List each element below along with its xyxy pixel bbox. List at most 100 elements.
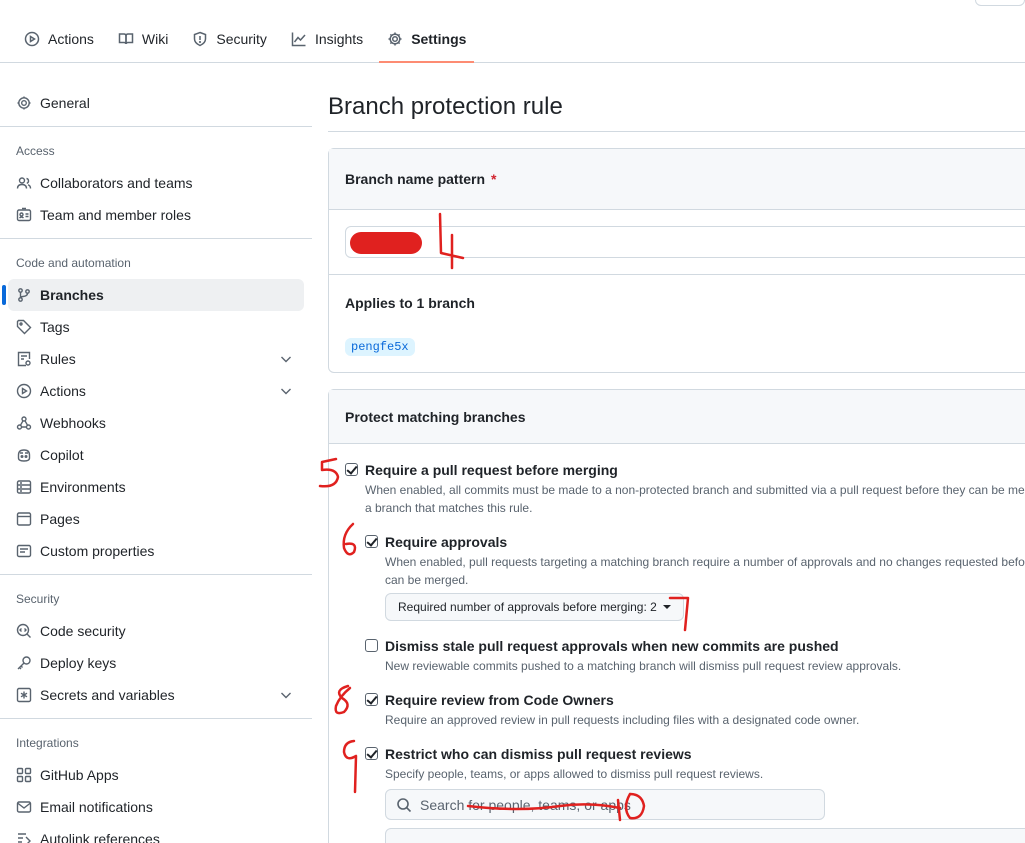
settings-sidebar: General Access Collaborators and teams T…	[0, 63, 320, 843]
require-pr-desc-1: When enabled, all commits must be made t…	[365, 483, 1025, 497]
required-indicator: *	[491, 171, 497, 187]
sidebar-item-label: Email notifications	[40, 799, 153, 815]
caret-down-icon	[662, 605, 671, 609]
sidebar-item-deploy-keys[interactable]: Deploy keys	[8, 647, 304, 679]
protect-branches-header: Protect matching branches	[329, 390, 1025, 444]
dismiss-actors-search[interactable]: Search for people, teams, or apps	[385, 789, 825, 820]
book-icon	[118, 33, 134, 45]
copilot-icon	[17, 449, 31, 462]
restrict-dismiss-label: Restrict who can dismiss pull request re…	[385, 746, 692, 762]
repo-tabs: Actions Wiki Security Insights Settings	[16, 24, 482, 63]
sidebar-item-label: GitHub Apps	[40, 767, 119, 783]
tab-label: Actions	[48, 31, 94, 47]
sidebar-item-pages[interactable]: Pages	[8, 503, 304, 535]
code-owners-label: Require review from Code Owners	[385, 692, 614, 708]
webhook-icon	[16, 416, 32, 430]
sidebar-item-copilot[interactable]: Copilot	[8, 439, 304, 471]
codescan-icon	[16, 623, 31, 638]
applies-to-text: Applies to 1 branch	[345, 295, 475, 311]
sidebar-item-tags[interactable]: Tags	[8, 311, 304, 343]
code-owners-checkbox[interactable]	[365, 693, 378, 706]
sidebar-heading-integrations: Integrations	[16, 736, 79, 750]
require-approvals-desc-2: can be merged.	[385, 573, 469, 587]
sidebar-item-general[interactable]: General	[8, 87, 304, 119]
chevron-down-icon[interactable]	[278, 383, 294, 399]
restrict-dismiss-checkbox[interactable]	[365, 747, 378, 760]
sidebar-item-label: Deploy keys	[40, 655, 117, 671]
tab-security[interactable]: Security	[184, 24, 275, 54]
sidebar-item-label: Code security	[40, 623, 126, 639]
git-branch-icon	[18, 288, 30, 302]
sidebar-item-label: Webhooks	[40, 415, 106, 431]
tag-icon	[16, 319, 32, 335]
approvals-count-select[interactable]: Required number of approvals before merg…	[385, 593, 684, 621]
search-icon	[397, 797, 412, 812]
cross-reference-icon	[18, 833, 31, 843]
dismiss-stale-label: Dismiss stale pull request approvals whe…	[385, 638, 839, 654]
code-owners-desc: Require an approved review in pull reque…	[385, 713, 860, 727]
key-icon	[17, 656, 31, 670]
play-icon	[16, 383, 32, 399]
tab-wiki[interactable]: Wiki	[110, 24, 176, 54]
tab-insights[interactable]: Insights	[283, 24, 371, 54]
sidebar-item-label: Tags	[40, 319, 70, 335]
chevron-down-icon[interactable]	[278, 687, 294, 703]
sidebar-item-webhooks[interactable]: Webhooks	[8, 407, 304, 439]
box-divider	[329, 274, 1025, 275]
chevron-down-icon[interactable]	[278, 351, 294, 367]
dismiss-stale-checkbox[interactable]	[365, 639, 378, 652]
title-divider	[328, 131, 1025, 132]
require-approvals-desc-1: When enabled, pull requests targeting a …	[385, 555, 1025, 569]
header-corner-control[interactable]	[975, 0, 1025, 6]
sidebar-item-label: Custom properties	[40, 543, 155, 559]
sidebar-item-label: General	[40, 95, 90, 111]
sidebar-item-code-security[interactable]: Code security	[8, 615, 304, 647]
redaction-mark	[350, 232, 422, 254]
tab-label: Security	[216, 31, 267, 47]
sidebar-heading-code: Code and automation	[16, 256, 131, 270]
sidebar-divider	[0, 718, 312, 719]
sidebar-item-autolink[interactable]: Autolink references	[8, 823, 304, 843]
sidebar-item-rules[interactable]: Rules	[8, 343, 304, 375]
tab-label: Wiki	[141, 31, 169, 47]
sidebar-item-email-notifications[interactable]: Email notifications	[8, 791, 304, 823]
server-icon	[16, 480, 32, 494]
gear-icon	[17, 96, 31, 110]
sidebar-item-label: Branches	[40, 287, 104, 303]
branch-pattern-label: Branch name pattern	[345, 171, 486, 187]
require-approvals-checkbox[interactable]	[365, 535, 378, 548]
branch-pattern-input[interactable]	[345, 226, 1025, 258]
sidebar-item-actions[interactable]: Actions	[8, 375, 304, 407]
sidebar-item-label: Copilot	[40, 447, 84, 463]
tab-settings[interactable]: Settings	[379, 24, 475, 63]
require-approvals-label: Require approvals	[385, 534, 508, 550]
sidebar-heading-access: Access	[16, 144, 55, 158]
sidebar-item-collaborators[interactable]: Collaborators and teams	[8, 167, 304, 199]
tab-label: Settings	[411, 31, 467, 47]
tab-actions[interactable]: Actions	[16, 24, 102, 54]
gear-icon	[388, 32, 402, 46]
dismiss-stale-desc: New reviewable commits pushed to a match…	[385, 659, 902, 673]
sidebar-item-branches[interactable]: Branches	[2, 279, 304, 311]
sidebar-item-github-apps[interactable]: GitHub Apps	[8, 759, 304, 791]
sidebar-item-custom-properties[interactable]: Custom properties	[8, 535, 304, 567]
restrict-dismiss-desc: Specify people, teams, or apps allowed t…	[385, 767, 764, 781]
sidebar-item-team-roles[interactable]: Team and member roles	[8, 199, 304, 231]
note-icon	[16, 544, 32, 558]
matching-branch-chip[interactable]: pengfe5x	[345, 338, 415, 356]
branch-pattern-box: Branch name pattern * Applies to 1 branc…	[328, 148, 1025, 373]
sidebar-divider	[0, 126, 312, 127]
sidebar-item-environments[interactable]: Environments	[8, 471, 304, 503]
apps-icon	[16, 767, 32, 783]
sidebar-item-label: Actions	[40, 383, 86, 399]
require-pr-checkbox[interactable]	[345, 463, 358, 476]
main-content: Branch protection rule Branch name patte…	[328, 63, 1025, 843]
sidebar-item-secrets[interactable]: Secrets and variables	[8, 679, 304, 711]
sidebar-item-label: Collaborators and teams	[40, 175, 193, 191]
sidebar-divider	[0, 238, 312, 239]
sidebar-item-label: Pages	[40, 511, 80, 527]
protect-branches-label: Protect matching branches	[345, 408, 526, 425]
graph-icon	[291, 32, 306, 47]
sidebar-item-label: Team and member roles	[40, 207, 191, 223]
play-icon	[24, 31, 40, 47]
